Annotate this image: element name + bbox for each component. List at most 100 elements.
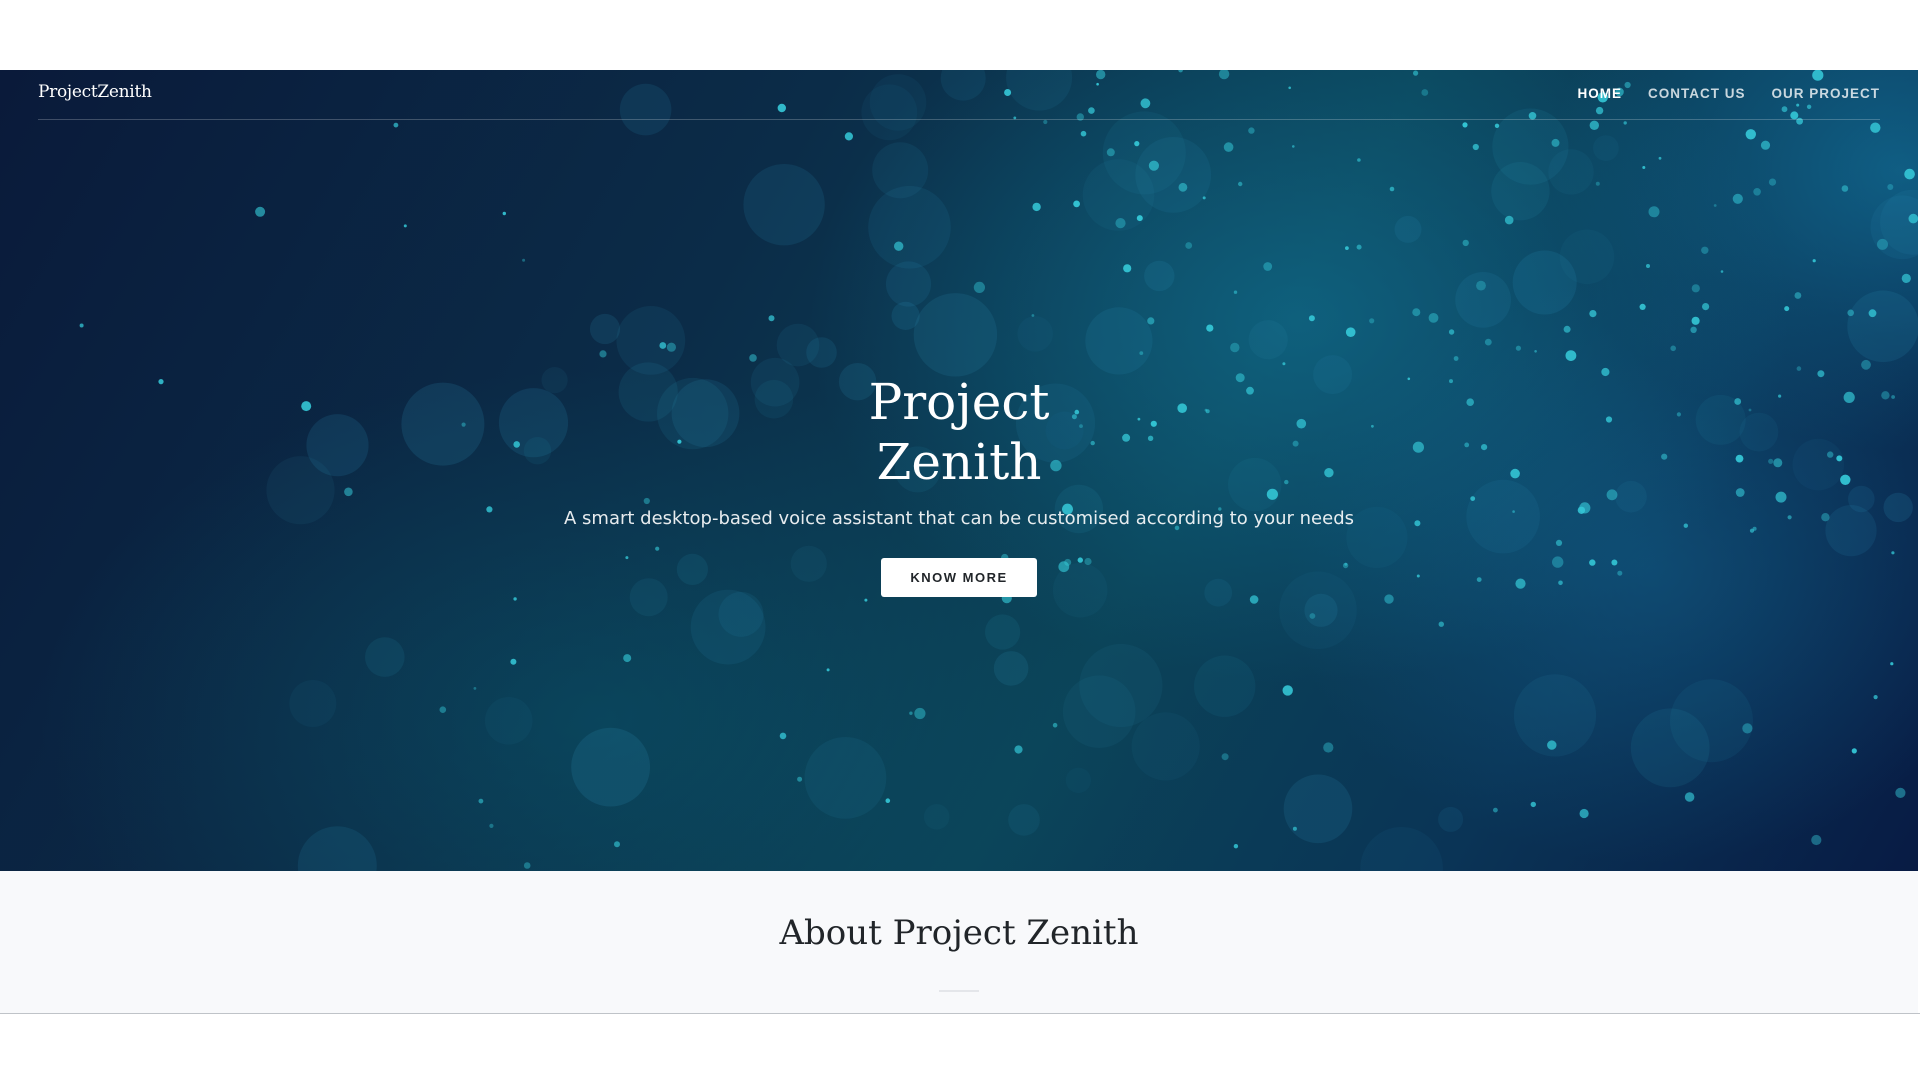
- bokeh-particle: [1131, 712, 1200, 781]
- glow-particle: [1794, 292, 1802, 299]
- glow-particle: [655, 546, 660, 551]
- brand-logo[interactable]: ProjectZenith: [38, 82, 152, 102]
- glow-particle: [1357, 158, 1361, 162]
- glow-particle: [1702, 303, 1710, 311]
- glow-particle: [1263, 262, 1273, 271]
- glow-particle: [1438, 621, 1445, 627]
- glow-particle: [1701, 246, 1709, 254]
- bokeh-particle: [1870, 195, 1918, 260]
- glow-particle: [1690, 326, 1697, 333]
- glow-particle: [826, 668, 830, 672]
- glow-particle: [79, 323, 84, 328]
- glow-particle: [1221, 753, 1229, 761]
- bokeh-particle: [1283, 774, 1353, 844]
- glow-particle: [1472, 143, 1479, 151]
- hero-title-line-1: Project: [868, 373, 1050, 431]
- glow-particle: [1558, 580, 1563, 586]
- glow-particle: [1589, 120, 1600, 130]
- bokeh-particle: [985, 614, 1021, 650]
- bokeh-particle: [676, 553, 709, 585]
- bokeh-particle: [913, 293, 998, 377]
- glow-particle: [1206, 324, 1214, 332]
- about-section: About Project Zenith: [0, 871, 1918, 1014]
- glow-particle: [1493, 807, 1498, 813]
- glow-particle: [1873, 695, 1878, 700]
- bokeh-particle: [1847, 290, 1918, 363]
- glow-particle: [1565, 350, 1577, 361]
- bokeh-particle: [923, 804, 950, 830]
- glow-particle: [1648, 206, 1660, 218]
- glow-particle: [1073, 200, 1080, 208]
- glow-particle: [1890, 662, 1894, 666]
- glow-particle: [1233, 290, 1238, 294]
- glow-particle: [1684, 792, 1695, 802]
- know-more-button[interactable]: KNOW MORE: [881, 558, 1037, 597]
- glow-particle: [1768, 178, 1777, 186]
- nav-link-contact-us[interactable]: CONTACT US: [1648, 86, 1746, 101]
- glow-particle: [1476, 577, 1482, 582]
- glow-particle: [1308, 315, 1315, 322]
- bokeh-particle: [1204, 578, 1233, 607]
- glow-particle: [1077, 557, 1084, 563]
- glow-particle: [1453, 356, 1459, 361]
- glow-particle: [1904, 168, 1915, 180]
- glow-particle: [1851, 748, 1857, 754]
- glow-particle: [768, 315, 775, 322]
- glow-particle: [1796, 366, 1802, 371]
- glow-particle: [1230, 342, 1240, 353]
- glow-particle: [973, 281, 986, 293]
- bokeh-particle: [891, 301, 920, 330]
- bokeh-particle: [885, 261, 932, 307]
- glow-particle: [513, 597, 517, 601]
- bokeh-particle: [993, 651, 1029, 686]
- glow-particle: [599, 350, 607, 358]
- nav-links: HOME CONTACT US OUR PROJECT: [1577, 86, 1880, 101]
- bokeh-particle: [571, 727, 650, 807]
- glow-particle: [1309, 613, 1316, 619]
- glow-particle: [1084, 557, 1092, 566]
- bokeh-particle: [1248, 320, 1288, 360]
- glow-particle: [1462, 239, 1469, 247]
- glow-particle: [779, 732, 787, 740]
- viewport-bottom-edge: [0, 1013, 1920, 1014]
- glow-particle: [1868, 309, 1877, 318]
- glow-particle: [1032, 202, 1041, 212]
- glow-particle: [1589, 559, 1596, 566]
- glow-particle: [1356, 244, 1362, 250]
- glow-particle: [1428, 313, 1439, 323]
- glow-particle: [1753, 188, 1761, 196]
- bokeh-particle: [297, 826, 377, 871]
- glow-particle: [1515, 578, 1526, 589]
- glow-particle: [1908, 213, 1918, 224]
- glow-particle: [1530, 801, 1537, 808]
- glow-particle: [749, 354, 757, 362]
- glow-particle: [625, 556, 629, 560]
- glow-particle: [1623, 121, 1627, 125]
- nav-link-our-project[interactable]: OUR PROJECT: [1771, 86, 1880, 101]
- glow-particle: [1742, 723, 1753, 734]
- glow-particle: [1369, 318, 1375, 324]
- glow-particle: [1720, 270, 1724, 273]
- bokeh-particle: [1630, 708, 1710, 788]
- nav-link-home[interactable]: HOME: [1577, 86, 1622, 101]
- bokeh-particle: [1559, 229, 1615, 285]
- bokeh-particle: [718, 591, 764, 637]
- glow-particle: [1563, 325, 1571, 333]
- glow-particle: [1895, 787, 1906, 799]
- bokeh-particle: [1593, 135, 1619, 161]
- glow-particle: [1462, 122, 1468, 128]
- glow-particle: [1745, 129, 1757, 140]
- top-navbar: ProjectZenith HOME CONTACT US OUR PROJEC…: [38, 70, 1880, 120]
- glow-particle: [1323, 742, 1334, 753]
- glow-particle: [1732, 193, 1743, 204]
- glow-particle: [1115, 218, 1126, 229]
- glow-particle: [914, 707, 926, 720]
- glow-particle: [1448, 329, 1455, 335]
- bokeh-particle: [1394, 215, 1422, 243]
- bokeh-particle: [1455, 272, 1511, 328]
- glow-particle: [522, 258, 526, 262]
- glow-particle: [1887, 184, 1894, 190]
- glow-particle: [1282, 362, 1286, 366]
- glow-particle: [1282, 685, 1293, 696]
- glow-particle: [1551, 138, 1560, 147]
